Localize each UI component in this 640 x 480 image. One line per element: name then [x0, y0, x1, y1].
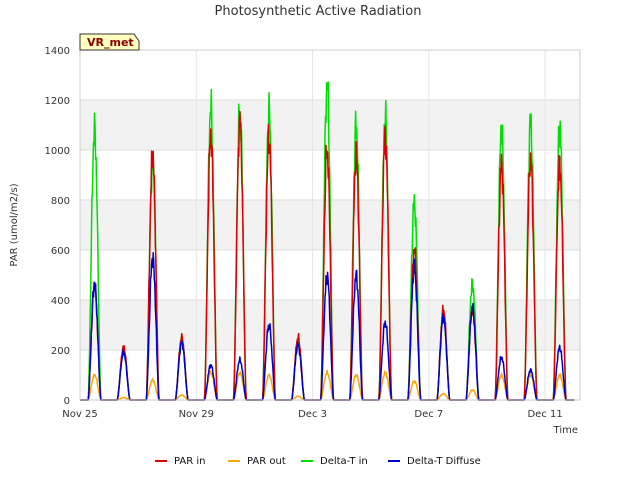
- legend-label: PAR in: [174, 456, 205, 467]
- legend-item: PAR in: [155, 456, 205, 467]
- legend-label: PAR out: [247, 456, 286, 467]
- chart: 0 200 400 600 800 1000 1200 1400 Nov 25 Nov 29 Dec…: [9, 4, 581, 467]
- site-label: VR_met: [87, 36, 134, 49]
- y-tick-label: 800: [51, 196, 70, 207]
- y-tick-label: 600: [51, 246, 70, 257]
- x-tick-label: Dec 7: [414, 409, 443, 420]
- x-tick-label: Nov 29: [179, 409, 214, 420]
- x-tick-label: Nov 25: [62, 409, 97, 420]
- legend: PAR in PAR out Delta-T in Delta-T Diffuse: [155, 456, 481, 467]
- chart-title: Photosynthetic Active Radiation: [215, 4, 422, 19]
- y-tick-label: 200: [51, 346, 70, 357]
- legend-label: Delta-T Diffuse: [407, 456, 481, 467]
- y-tick-label: 1400: [45, 46, 70, 57]
- y-axis-title: PAR (umol/m2/s): [9, 183, 20, 266]
- legend-label: Delta-T in: [320, 456, 368, 467]
- y-tick-label: 1000: [45, 146, 70, 157]
- y-tick-label: 0: [64, 396, 70, 407]
- x-axis-title: Time: [553, 425, 578, 436]
- y-tick-label: 1200: [45, 96, 70, 107]
- plot-band: [80, 50, 580, 100]
- y-tick-label: 400: [51, 296, 70, 307]
- x-tick-label: Dec 3: [298, 409, 327, 420]
- site-label-box: VR_met: [79, 33, 140, 51]
- legend-item: Delta-T in: [301, 456, 368, 467]
- plot-band: [80, 100, 580, 150]
- x-tick-label: Dec 11: [527, 409, 562, 420]
- legend-item: Delta-T Diffuse: [388, 456, 481, 467]
- legend-item: PAR out: [228, 456, 286, 467]
